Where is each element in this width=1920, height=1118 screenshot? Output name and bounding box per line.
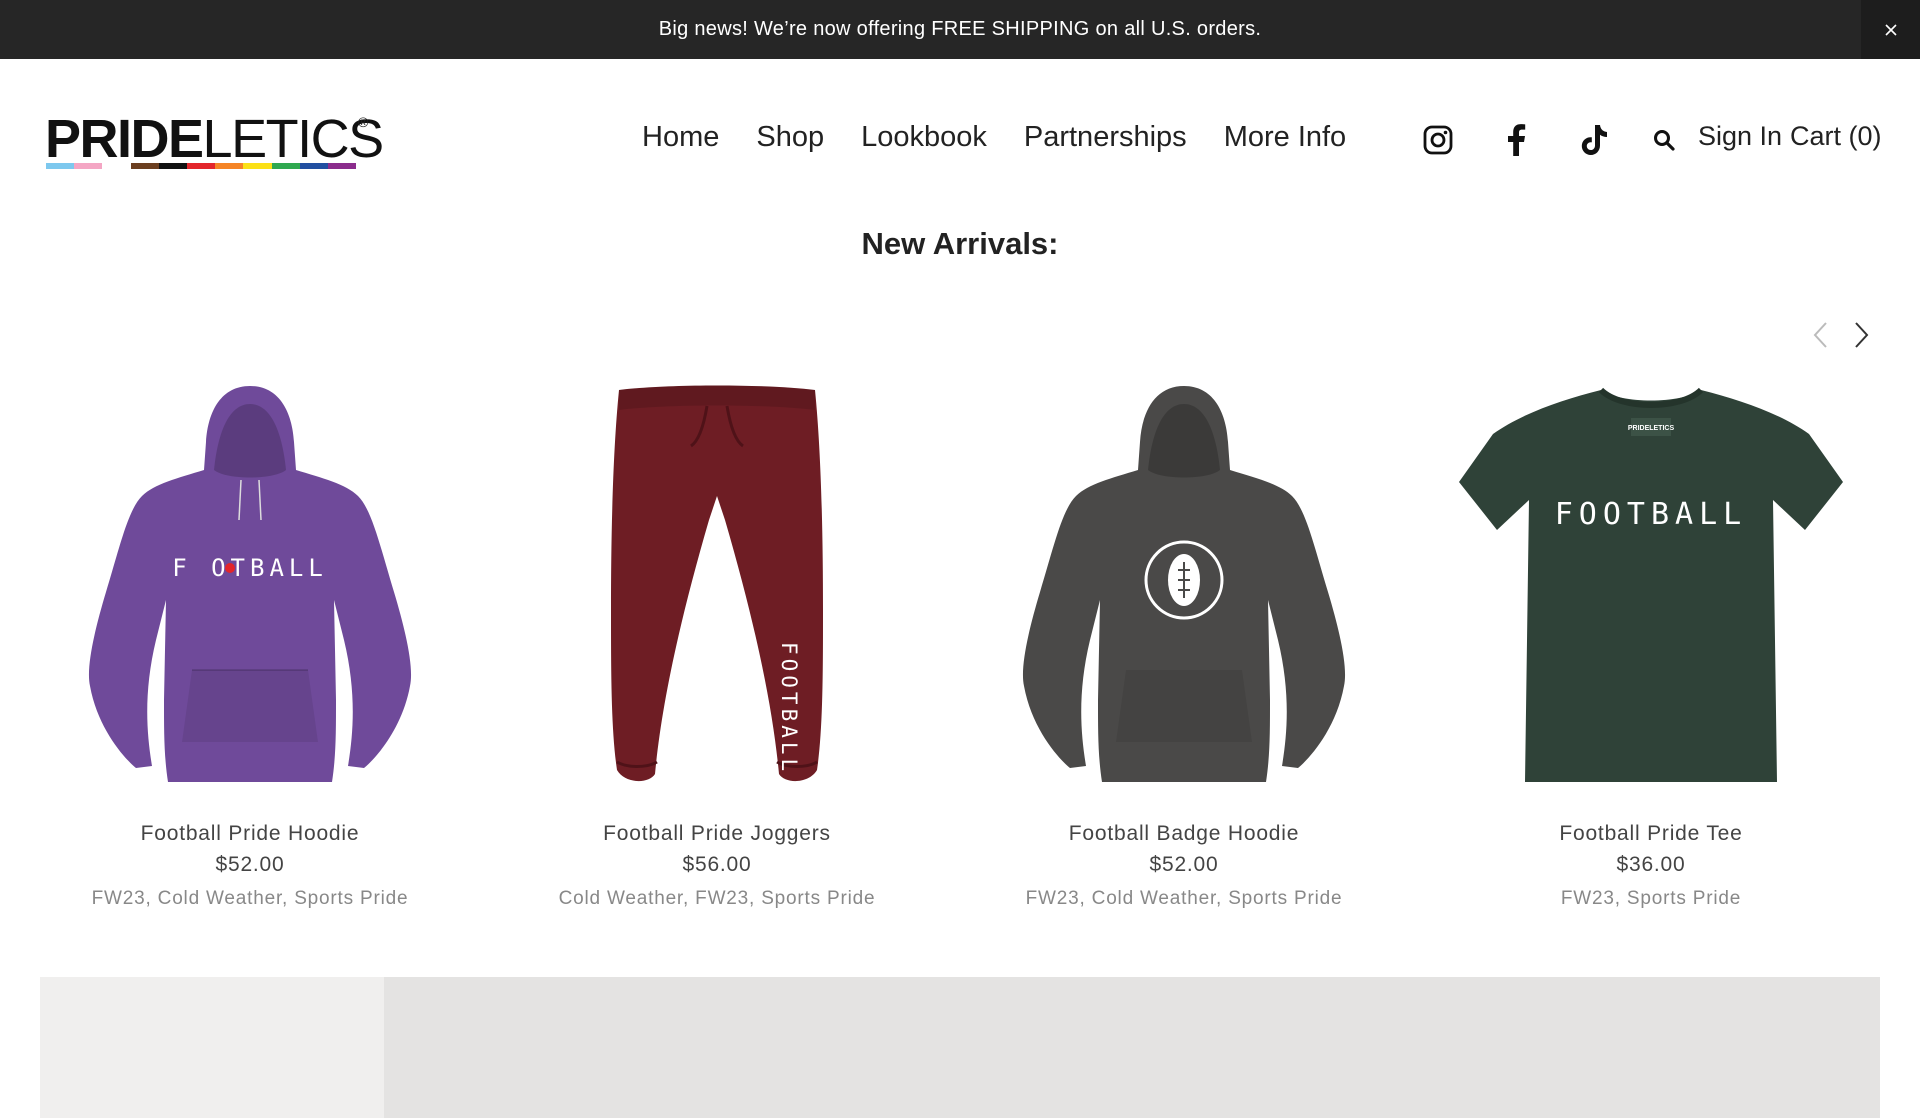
announcement-bar: Big news! We’re now offering FREE SHIPPI… [0, 0, 1920, 59]
carousel-controls [1808, 320, 1874, 350]
main-nav: Home Shop Lookbook Partnerships More Inf… [642, 121, 1346, 154]
announcement-text: Big news! We’re now offering FREE SHIPPI… [658, 18, 1262, 40]
tiktok-link[interactable] [1576, 122, 1612, 158]
tee-neck-label: PRIDELETICS [1628, 425, 1675, 432]
charcoal-hoodie-image [1022, 386, 1346, 782]
cart-link[interactable]: Cart (0) [1790, 121, 1882, 152]
product-price: $36.00 [1616, 853, 1686, 876]
logo-wordmark: PRIDELETICS [45, 109, 384, 169]
tiktok-icon [1581, 125, 1607, 155]
nav-item-shop[interactable]: Shop [756, 121, 824, 154]
logo-registered-mark: ® [358, 114, 369, 130]
carousel-next-button[interactable] [1850, 320, 1874, 350]
nav-item-home[interactable]: Home [642, 121, 719, 154]
product-card[interactable]: FOOTBALL Football Pride Joggers $56.00 C… [517, 360, 917, 920]
joggers-print-text: FOOTBALL [777, 642, 801, 775]
product-image[interactable]: PRIDELETICS FOOTBALL [1451, 360, 1851, 800]
product-image[interactable]: FOOTBALL [517, 360, 917, 800]
product-tags: FW23, Cold Weather, Sports Pride [91, 888, 409, 909]
close-icon [1884, 23, 1897, 36]
product-tags: Cold Weather, FW23, Sports Pride [558, 888, 876, 909]
product-price: $52.00 [215, 853, 285, 876]
sign-in-link[interactable]: Sign In [1698, 121, 1782, 152]
nav-item-lookbook[interactable]: Lookbook [861, 121, 987, 154]
product-image[interactable]: F OTBALL [50, 360, 450, 800]
brand-logo[interactable]: PRIDELETICS ® [45, 109, 384, 174]
facebook-link[interactable] [1498, 122, 1534, 158]
hoodie-print-text: F OTBALL [172, 554, 328, 582]
product-image[interactable] [984, 360, 1384, 800]
close-announcement-button[interactable] [1861, 0, 1920, 59]
product-name[interactable]: Football Pride Joggers [517, 822, 917, 846]
banner-wall-panel [40, 977, 384, 1118]
product-name[interactable]: Football Badge Hoodie [984, 822, 1384, 846]
chevron-right-icon [1855, 322, 1869, 348]
logo-stripe [243, 163, 272, 169]
product-card[interactable]: Football Badge Hoodie $52.00 FW23, Cold … [984, 360, 1384, 920]
product-name[interactable]: Football Pride Tee [1451, 822, 1851, 846]
product-tags: FW23, Sports Pride [1560, 888, 1742, 909]
product-name[interactable]: Football Pride Hoodie [50, 822, 450, 846]
instagram-icon [1423, 125, 1453, 155]
site-header: PRIDELETICS ® Home Shop Lookbook Partner… [0, 59, 1920, 223]
green-tee-image: PRIDELETICS FOOTBALL [1459, 387, 1843, 782]
logo-stripe [46, 163, 75, 169]
product-price: $56.00 [682, 853, 752, 876]
maroon-joggers-image: FOOTBALL [611, 385, 823, 782]
product-card[interactable]: F OTBALL Football Pride Hoodie $52.00 FW… [50, 360, 450, 920]
instagram-link[interactable] [1420, 122, 1456, 158]
logo-pride-stripes [46, 163, 357, 169]
logo-stripe [327, 163, 357, 169]
logo-stripe [215, 163, 244, 169]
search-button[interactable] [1651, 127, 1677, 153]
logo-stripe [130, 163, 159, 169]
chevron-left-icon [1813, 322, 1827, 348]
carousel-prev-button[interactable] [1808, 320, 1832, 350]
product-card[interactable]: PRIDELETICS FOOTBALL Football Pride Tee … [1451, 360, 1851, 920]
product-tags: FW23, Cold Weather, Sports Pride [1025, 888, 1343, 909]
logo-stripe [74, 163, 103, 169]
logo-stripe [158, 163, 187, 169]
logo-stripe [102, 163, 131, 169]
logo-stripe [186, 163, 216, 169]
lifestyle-banner-image [40, 977, 1880, 1118]
search-icon [1654, 130, 1675, 151]
nav-item-more-info[interactable]: More Info [1224, 121, 1347, 154]
section-title: New Arrivals: [861, 226, 1059, 261]
product-price: $52.00 [1149, 853, 1219, 876]
logo-stripe [271, 163, 300, 169]
tee-print-text: FOOTBALL [1555, 497, 1748, 532]
purple-hoodie-image: F OTBALL [88, 386, 412, 782]
facebook-icon [1508, 124, 1526, 156]
logo-stripe [299, 163, 328, 169]
nav-item-partnerships[interactable]: Partnerships [1024, 121, 1187, 154]
